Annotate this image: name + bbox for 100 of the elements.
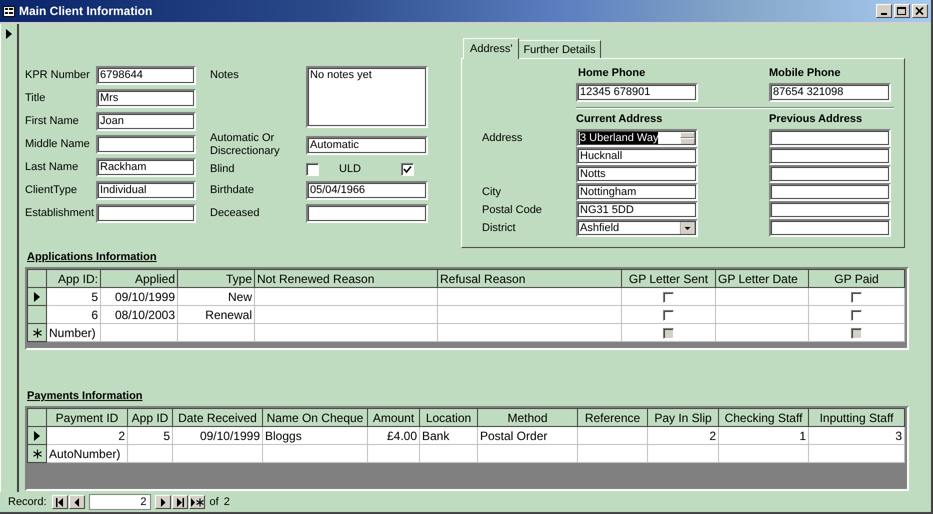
column-header[interactable]: App ID: [128, 408, 172, 426]
table-cell: [420, 444, 478, 462]
table-cell: 09/10/1999: [172, 426, 262, 444]
current-record-icon: [6, 29, 12, 39]
first-record-button[interactable]: [52, 495, 68, 509]
field-label: Blind: [210, 163, 236, 176]
text-field[interactable]: [769, 201, 891, 219]
field-label: Address: [482, 132, 522, 144]
column-header[interactable]: Payment ID: [46, 408, 128, 426]
record-label: Record:: [8, 496, 47, 508]
text-field[interactable]: 3 Uberland Way: [576, 129, 698, 147]
tab[interactable]: Further Details: [518, 40, 601, 58]
table-cell: AutoNumber): [46, 444, 128, 462]
table-cell: 1: [718, 426, 808, 444]
text-field[interactable]: Rackham: [96, 158, 196, 177]
last-record-button[interactable]: [172, 495, 188, 509]
row-selector[interactable]: [28, 324, 46, 342]
text-field[interactable]: Notts: [576, 165, 698, 183]
checkbox[interactable]: [306, 163, 319, 176]
section-heading: Payments Information: [27, 390, 144, 403]
column-header[interactable]: App ID:: [46, 270, 100, 288]
checkbox[interactable]: [401, 163, 414, 176]
spin-buttons[interactable]: [680, 132, 695, 144]
form-icon: [3, 6, 15, 16]
field-label: Notes: [210, 68, 240, 82]
text-field[interactable]: [306, 204, 428, 223]
checkbox[interactable]: [663, 292, 674, 303]
new-record-icon: [190, 498, 204, 506]
text-field[interactable]: Individual: [96, 181, 196, 200]
column-header[interactable]: Type: [178, 270, 254, 288]
maximize-button[interactable]: [894, 4, 910, 18]
row-selector[interactable]: [28, 306, 46, 324]
text-field[interactable]: [769, 129, 891, 147]
table-cell: 09/10/1999: [100, 288, 178, 306]
column-header[interactable]: GP Letter Date: [716, 270, 808, 288]
text-field[interactable]: [769, 183, 891, 201]
row-selector[interactable]: [28, 426, 46, 444]
row-selector[interactable]: [28, 288, 46, 306]
column-header[interactable]: Not Renewed Reason: [254, 270, 438, 288]
new-record-icon: [32, 328, 42, 338]
table-cell: Renewal: [178, 306, 254, 324]
text-field[interactable]: Hucknall: [576, 147, 698, 165]
column-header[interactable]: GP Paid: [808, 270, 904, 288]
checkbox[interactable]: [851, 292, 862, 303]
column-header[interactable]: Amount: [368, 408, 420, 426]
close-button[interactable]: [912, 4, 928, 18]
text-field[interactable]: Joan: [96, 112, 196, 131]
text-field[interactable]: 12345 678901: [576, 83, 698, 102]
record-count: 2: [224, 496, 230, 508]
record-number-field[interactable]: 2: [88, 494, 151, 510]
text-field[interactable]: [769, 165, 891, 183]
text-field[interactable]: 05/04/1966: [306, 181, 428, 200]
previous-record-button[interactable]: [68, 495, 85, 509]
text-field[interactable]: Nottingham: [576, 183, 698, 201]
column-header[interactable]: Inputting Staff: [808, 408, 904, 426]
table-cell: 6: [46, 306, 100, 324]
table-cell: [128, 444, 172, 462]
column-heading: Mobile Phone: [769, 67, 842, 81]
column-header[interactable]: Pay In Slip: [648, 408, 718, 426]
field-label: District: [482, 222, 516, 234]
record-count-label: of: [210, 496, 219, 508]
current-record-icon: [34, 292, 40, 302]
table-cell: Postal Order: [478, 426, 578, 444]
field-label: Birthdate: [210, 184, 256, 197]
new-record-button[interactable]: [188, 495, 205, 509]
text-field[interactable]: NG31 5DD: [576, 201, 698, 219]
column-header[interactable]: Refusal Reason: [438, 270, 622, 288]
field-label: Last Name: [25, 161, 80, 174]
table-cell: [578, 444, 648, 462]
text-field[interactable]: [769, 219, 891, 237]
dropdown-field[interactable]: Ashfield: [576, 219, 698, 237]
column-header[interactable]: Reference: [578, 408, 648, 426]
column-header[interactable]: Location: [420, 408, 478, 426]
text-field[interactable]: 6798644: [96, 66, 196, 85]
dropdown-arrow-icon[interactable]: [680, 221, 695, 235]
checkbox[interactable]: [663, 310, 674, 321]
table-cell: 5: [46, 288, 100, 306]
text-field[interactable]: [96, 135, 196, 154]
column-header[interactable]: Date Received: [172, 408, 262, 426]
column-header[interactable]: GP Letter Sent: [622, 270, 716, 288]
column-header[interactable]: Applied: [100, 270, 178, 288]
field-label: Postal Code: [482, 204, 542, 216]
text-field[interactable]: [769, 147, 891, 165]
text-field[interactable]: [96, 204, 196, 223]
column-heading: Home Phone: [577, 67, 646, 81]
tab[interactable]: Address': [463, 38, 520, 59]
text-field[interactable]: 87654 321098: [769, 83, 891, 102]
row-selector[interactable]: [28, 444, 46, 462]
current-record-icon: [34, 430, 40, 440]
column-header[interactable]: Checking Staff: [718, 408, 808, 426]
text-field[interactable]: Automatic: [306, 136, 428, 154]
field-label: ULD: [339, 163, 362, 176]
text-field[interactable]: Mrs: [96, 89, 196, 108]
notes-field[interactable]: No notes yet: [306, 66, 428, 128]
next-record-button[interactable]: [154, 495, 171, 509]
checkbox[interactable]: [851, 310, 862, 321]
window-title: Main Client Information: [19, 4, 152, 18]
column-header[interactable]: Method: [478, 408, 578, 426]
column-header[interactable]: Name On Cheque: [262, 408, 368, 426]
minimize-button[interactable]: [876, 4, 892, 18]
